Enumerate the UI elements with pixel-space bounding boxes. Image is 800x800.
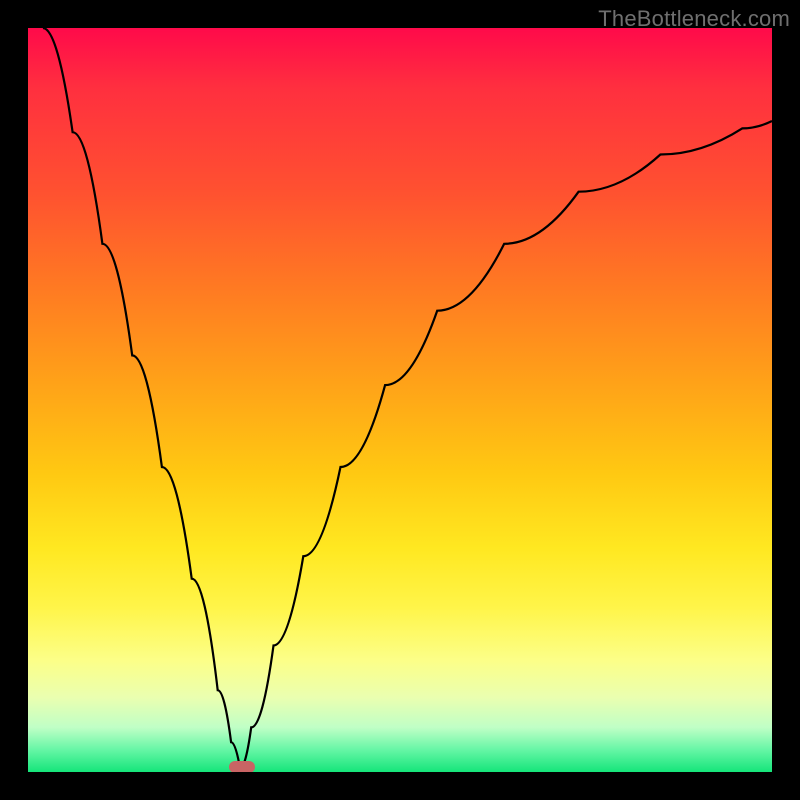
chart-frame: TheBottleneck.com bbox=[0, 0, 800, 800]
watermark-label: TheBottleneck.com bbox=[598, 6, 790, 32]
curve-right-branch bbox=[240, 121, 772, 768]
plot-area bbox=[28, 28, 772, 772]
curve-layer bbox=[28, 28, 772, 772]
minimum-marker bbox=[229, 761, 255, 772]
curve-left-branch bbox=[43, 28, 240, 768]
